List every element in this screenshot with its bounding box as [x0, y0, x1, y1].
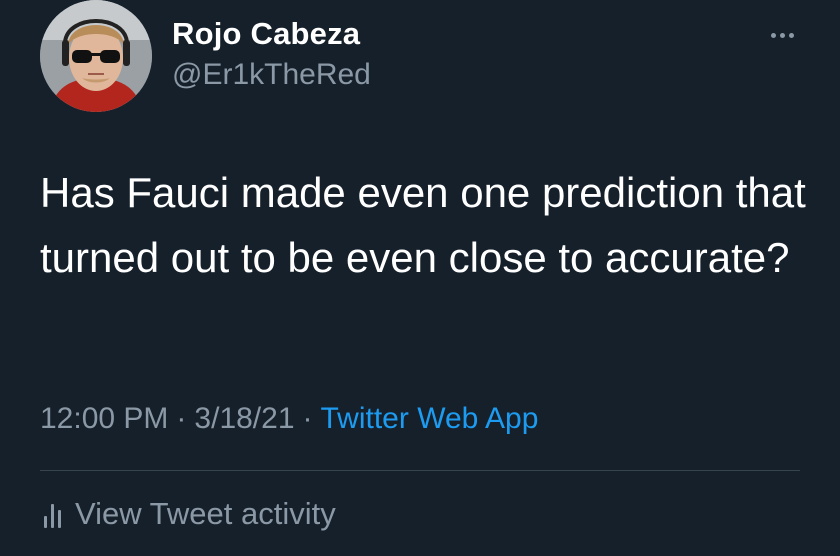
more-dots-icon: [770, 32, 776, 38]
bar-chart-icon: [44, 500, 61, 528]
user-handle[interactable]: @Er1kTheRed: [172, 58, 371, 92]
tweet-source-link[interactable]: Twitter Web App: [321, 402, 539, 435]
display-name[interactable]: Rojo Cabeza: [172, 16, 360, 52]
meta-separator: ·: [176, 402, 187, 435]
avatar[interactable]: [40, 0, 152, 112]
more-dots-icon: [779, 32, 785, 38]
avatar-photo-icon: [40, 0, 152, 112]
tweet-text: Has Fauci made even one prediction that …: [40, 169, 806, 281]
tweet-time[interactable]: 12:00 PM: [40, 402, 168, 435]
more-options-button[interactable]: [762, 20, 802, 50]
more-dots-icon: [788, 32, 794, 38]
view-tweet-activity-button[interactable]: View Tweet activity: [44, 496, 336, 532]
tweet-meta: 12:00 PM · 3/18/21 · Twitter Web App: [40, 402, 538, 436]
tweet-date[interactable]: 3/18/21: [194, 402, 294, 435]
divider: [40, 470, 800, 471]
tweet-detail: Rojo Cabeza @Er1kTheRed Has Fauci made e…: [0, 0, 840, 556]
view-tweet-activity-label: View Tweet activity: [75, 496, 336, 531]
meta-separator: ·: [302, 402, 313, 435]
